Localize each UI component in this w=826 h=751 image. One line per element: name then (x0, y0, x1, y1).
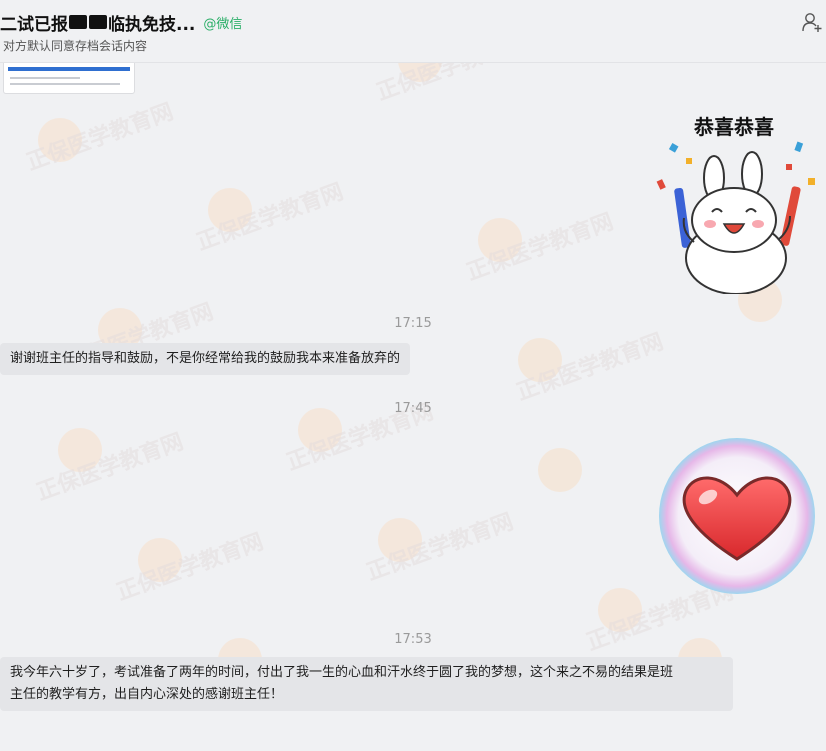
svg-text:正保医学教育网: 正保医学教育网 (513, 329, 667, 406)
redaction-block (69, 15, 87, 29)
svg-text:正保医学教育网: 正保医学教育网 (193, 179, 347, 256)
message-text-line: 主任的教学有方，出自内心深处的感谢班主任！ (10, 687, 284, 702)
message-bubble[interactable]: 我今年六十岁了，考试准备了两年的时间，付出了我一生的心血和汗水终于圆了我的梦想，… (0, 657, 733, 711)
thumbnail-bar (8, 67, 130, 71)
image-message-thumbnail[interactable] (3, 63, 135, 94)
svg-text:正保医学教育网: 正保医学教育网 (23, 99, 177, 176)
source-badge: @微信 (203, 16, 243, 32)
congrats-sticker-text: 恭喜恭喜 (693, 115, 774, 139)
redaction-block (89, 15, 107, 29)
thumbnail-line (10, 83, 120, 85)
svg-text:正保医学教育网: 正保医学教育网 (113, 529, 267, 606)
chat-title-part2: 临执免技... (108, 14, 196, 35)
svg-text:正保医学教育网: 正保医学教育网 (463, 209, 617, 286)
message-text: 谢谢班主任的指导和鼓励，不是你经常给我的鼓励我本来准备放弃的 (10, 351, 401, 366)
add-member-icon[interactable] (802, 11, 822, 33)
timestamp: 17:53 (394, 632, 432, 647)
svg-text:正保医学教育网: 正保医学教育网 (363, 509, 517, 586)
chat-title-part1: 二试已报 (0, 14, 68, 35)
heart-bubble-sticker[interactable] (656, 437, 818, 597)
message-bubble[interactable]: 谢谢班主任的指导和鼓励，不是你经常给我的鼓励我本来准备放弃的 (0, 343, 411, 375)
chat-title-row[interactable]: 二试已报 临执免技... @微信 (0, 10, 243, 35)
timestamp: 17:45 (394, 401, 432, 416)
archive-notice: 对方默认同意存档会话内容 (3, 39, 148, 53)
chat-header: 二试已报 临执免技... @微信 对方默认同意存档会话内容 (0, 0, 826, 63)
timestamp: 17:15 (394, 316, 432, 331)
congrats-sticker[interactable]: 恭喜恭喜 (648, 108, 826, 294)
thumbnail-line (10, 77, 80, 79)
svg-text:正保医学教育网: 正保医学教育网 (33, 429, 187, 506)
message-text-line: 我今年六十岁了，考试准备了两年的时间，付出了我一生的心血和汗水终于圆了我的梦想，… (10, 665, 674, 680)
